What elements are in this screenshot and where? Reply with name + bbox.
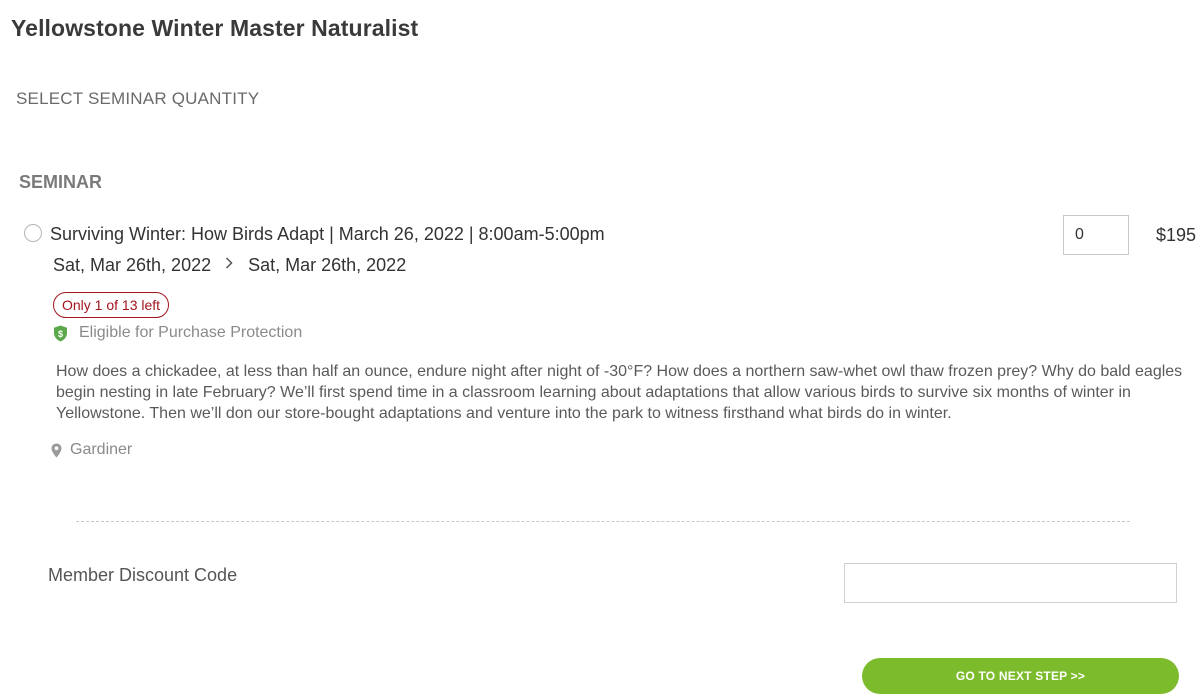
map-pin-icon (51, 443, 62, 457)
svg-text:$: $ (58, 329, 63, 339)
seminar-title: Surviving Winter: How Birds Adapt | Marc… (50, 224, 605, 244)
page-title: Yellowstone Winter Master Naturalist (11, 15, 419, 41)
purchase-protection: $ Eligible for Purchase Protection (53, 324, 302, 342)
category-heading: SEMINAR (19, 172, 103, 192)
seminar-end-date: Sat, Mar 26th, 2022 (248, 255, 407, 275)
next-step-button[interactable]: GO TO NEXT STEP >> (862, 658, 1179, 694)
section-divider (76, 521, 1130, 522)
seminar-date-range: Sat, Mar 26th, 2022 Sat, Mar 26th, 2022 (53, 255, 406, 276)
seminar-select-radio[interactable] (24, 224, 42, 242)
seminar-description: How does a chickadee, at less than half … (56, 363, 1183, 422)
seminar-price: $195 (1156, 225, 1197, 245)
section-heading: SELECT SEMINAR QUANTITY (16, 89, 260, 108)
availability-badge: Only 1 of 13 left (53, 292, 170, 318)
ticket-selection-page: Yellowstone Winter Master Naturalist SEL… (0, 0, 1200, 694)
location-text: Gardiner (70, 441, 133, 458)
shield-dollar-icon: $ (54, 325, 67, 341)
seminar-location: Gardiner (51, 441, 132, 459)
discount-code-input[interactable] (844, 563, 1177, 603)
chevron-right-icon (219, 256, 239, 272)
discount-code-label: Member Discount Code (48, 565, 238, 585)
protection-text: Eligible for Purchase Protection (79, 324, 303, 341)
quantity-input[interactable] (1063, 215, 1129, 255)
seminar-start-date: Sat, Mar 26th, 2022 (53, 255, 212, 275)
